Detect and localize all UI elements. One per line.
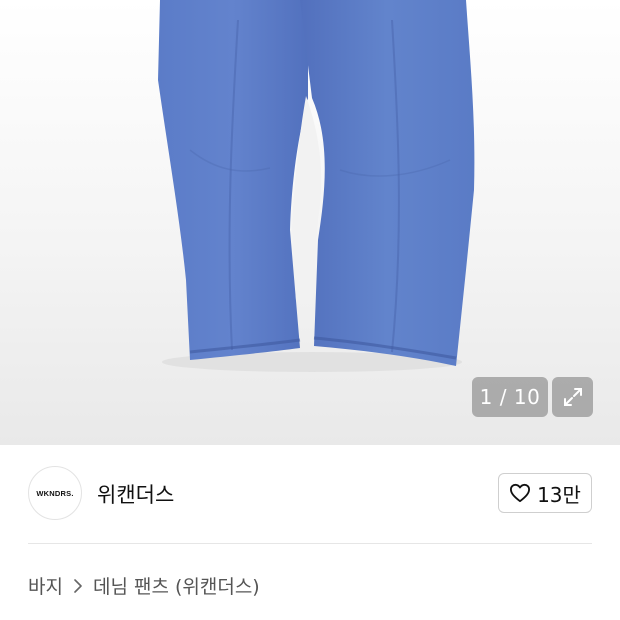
seller-name[interactable]: 위캔더스 xyxy=(97,479,174,509)
like-button[interactable]: 13만 xyxy=(498,473,592,513)
seller-logo[interactable]: WKNDRS. xyxy=(28,466,82,520)
product-image-gallery[interactable]: 1 / 10 xyxy=(0,0,620,445)
breadcrumb: 바지 데님 팬츠 (위캔더스) xyxy=(28,572,260,599)
product-page: 1 / 10 WKNDRS. 위캔더스 13만 바지 데님 팬츠 (위캔더스) xyxy=(0,0,620,620)
chevron-right-icon xyxy=(73,578,83,593)
seller-row: WKNDRS. 위캔더스 13만 xyxy=(0,445,620,543)
image-counter: 1 / 10 xyxy=(472,377,548,417)
divider xyxy=(28,543,592,544)
breadcrumb-product[interactable]: 데님 팬츠 (위캔더스) xyxy=(93,572,260,599)
breadcrumb-category[interactable]: 바지 xyxy=(28,572,63,599)
like-count: 13만 xyxy=(537,482,581,507)
seller-logo-text: WKNDRS. xyxy=(36,488,74,498)
expand-icon xyxy=(563,388,582,406)
expand-image-button[interactable] xyxy=(552,377,593,417)
heart-outline-icon xyxy=(510,483,531,503)
